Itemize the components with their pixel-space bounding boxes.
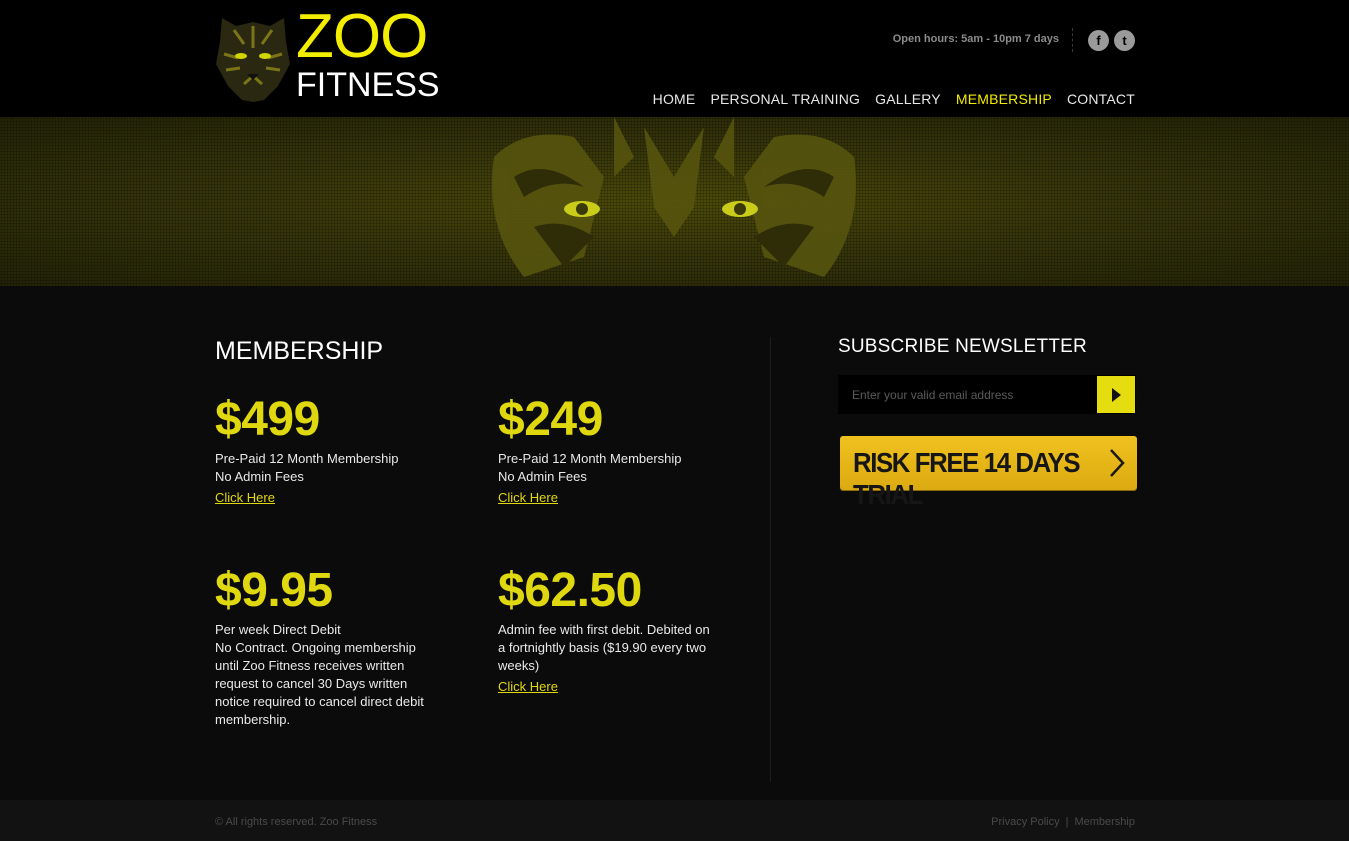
plan-description: Admin fee with first debit. Debited on a… <box>498 622 710 673</box>
newsletter-email-input[interactable] <box>838 375 1096 414</box>
site-header: ZOO FITNESS Open hours: 5am - 10pm 7 day… <box>0 0 1349 125</box>
facebook-icon[interactable]: f <box>1088 30 1109 51</box>
logo-word-zoo: ZOO <box>296 2 428 71</box>
plan-click-here-link[interactable]: Click Here <box>498 679 558 694</box>
tiger-logo-icon <box>216 18 290 102</box>
plan-description: Per week Direct Debit No Contract. Ongoi… <box>215 622 424 727</box>
chevron-right-icon <box>1110 449 1125 477</box>
plan-card: $499 Pre-Paid 12 Month Membership No Adm… <box>215 394 455 507</box>
newsletter-title: SUBSCRIBE NEWSLETTER <box>838 336 1087 357</box>
free-trial-label: RISK FREE 14 DAYS TRIAL <box>853 447 1080 510</box>
plan-description: Pre-Paid 12 Month Membership No Admin Fe… <box>215 451 399 484</box>
plan-price: $62.50 <box>498 564 642 617</box>
site-logo[interactable]: ZOO FITNESS <box>214 6 454 104</box>
plan-card: $9.95 Per week Direct Debit No Contract.… <box>215 565 430 729</box>
play-arrow-icon <box>1112 388 1121 402</box>
site-footer: © All rights reserved. Zoo Fitness Priva… <box>0 800 1349 841</box>
tiger-face-graphic <box>492 117 856 277</box>
footer-link-privacy-policy[interactable]: Privacy Policy <box>991 816 1059 828</box>
hero-banner <box>0 117 1349 286</box>
plan-card: $62.50 Admin fee with first debit. Debit… <box>498 565 716 696</box>
plan-price: $249 <box>498 393 603 446</box>
header-divider <box>1072 28 1073 52</box>
free-trial-button[interactable]: RISK FREE 14 DAYS TRIAL <box>840 436 1137 510</box>
footer-links: Privacy Policy | Membership <box>991 816 1135 828</box>
plan-price: $499 <box>215 393 320 446</box>
plan-description: Pre-Paid 12 Month Membership No Admin Fe… <box>498 451 682 484</box>
plan-click-here-link[interactable]: Click Here <box>215 490 275 505</box>
plan-click-here-link[interactable]: Click Here <box>498 490 558 505</box>
open-hours: Open hours: 5am - 10pm 7 days <box>892 33 1059 45</box>
plan-card: $249 Pre-Paid 12 Month Membership No Adm… <box>498 394 738 507</box>
footer-link-membership[interactable]: Membership <box>1074 816 1135 828</box>
newsletter-submit-button[interactable] <box>1096 375 1136 414</box>
page-title: MEMBERSHIP <box>215 337 384 365</box>
plan-price: $9.95 <box>215 564 333 617</box>
column-divider <box>770 337 771 782</box>
twitter-icon[interactable]: t <box>1114 30 1135 51</box>
copyright-text: © All rights reserved. Zoo Fitness <box>215 816 378 828</box>
footer-separator: | <box>1065 816 1069 828</box>
logo-word-fitness: FITNESS <box>296 66 440 104</box>
